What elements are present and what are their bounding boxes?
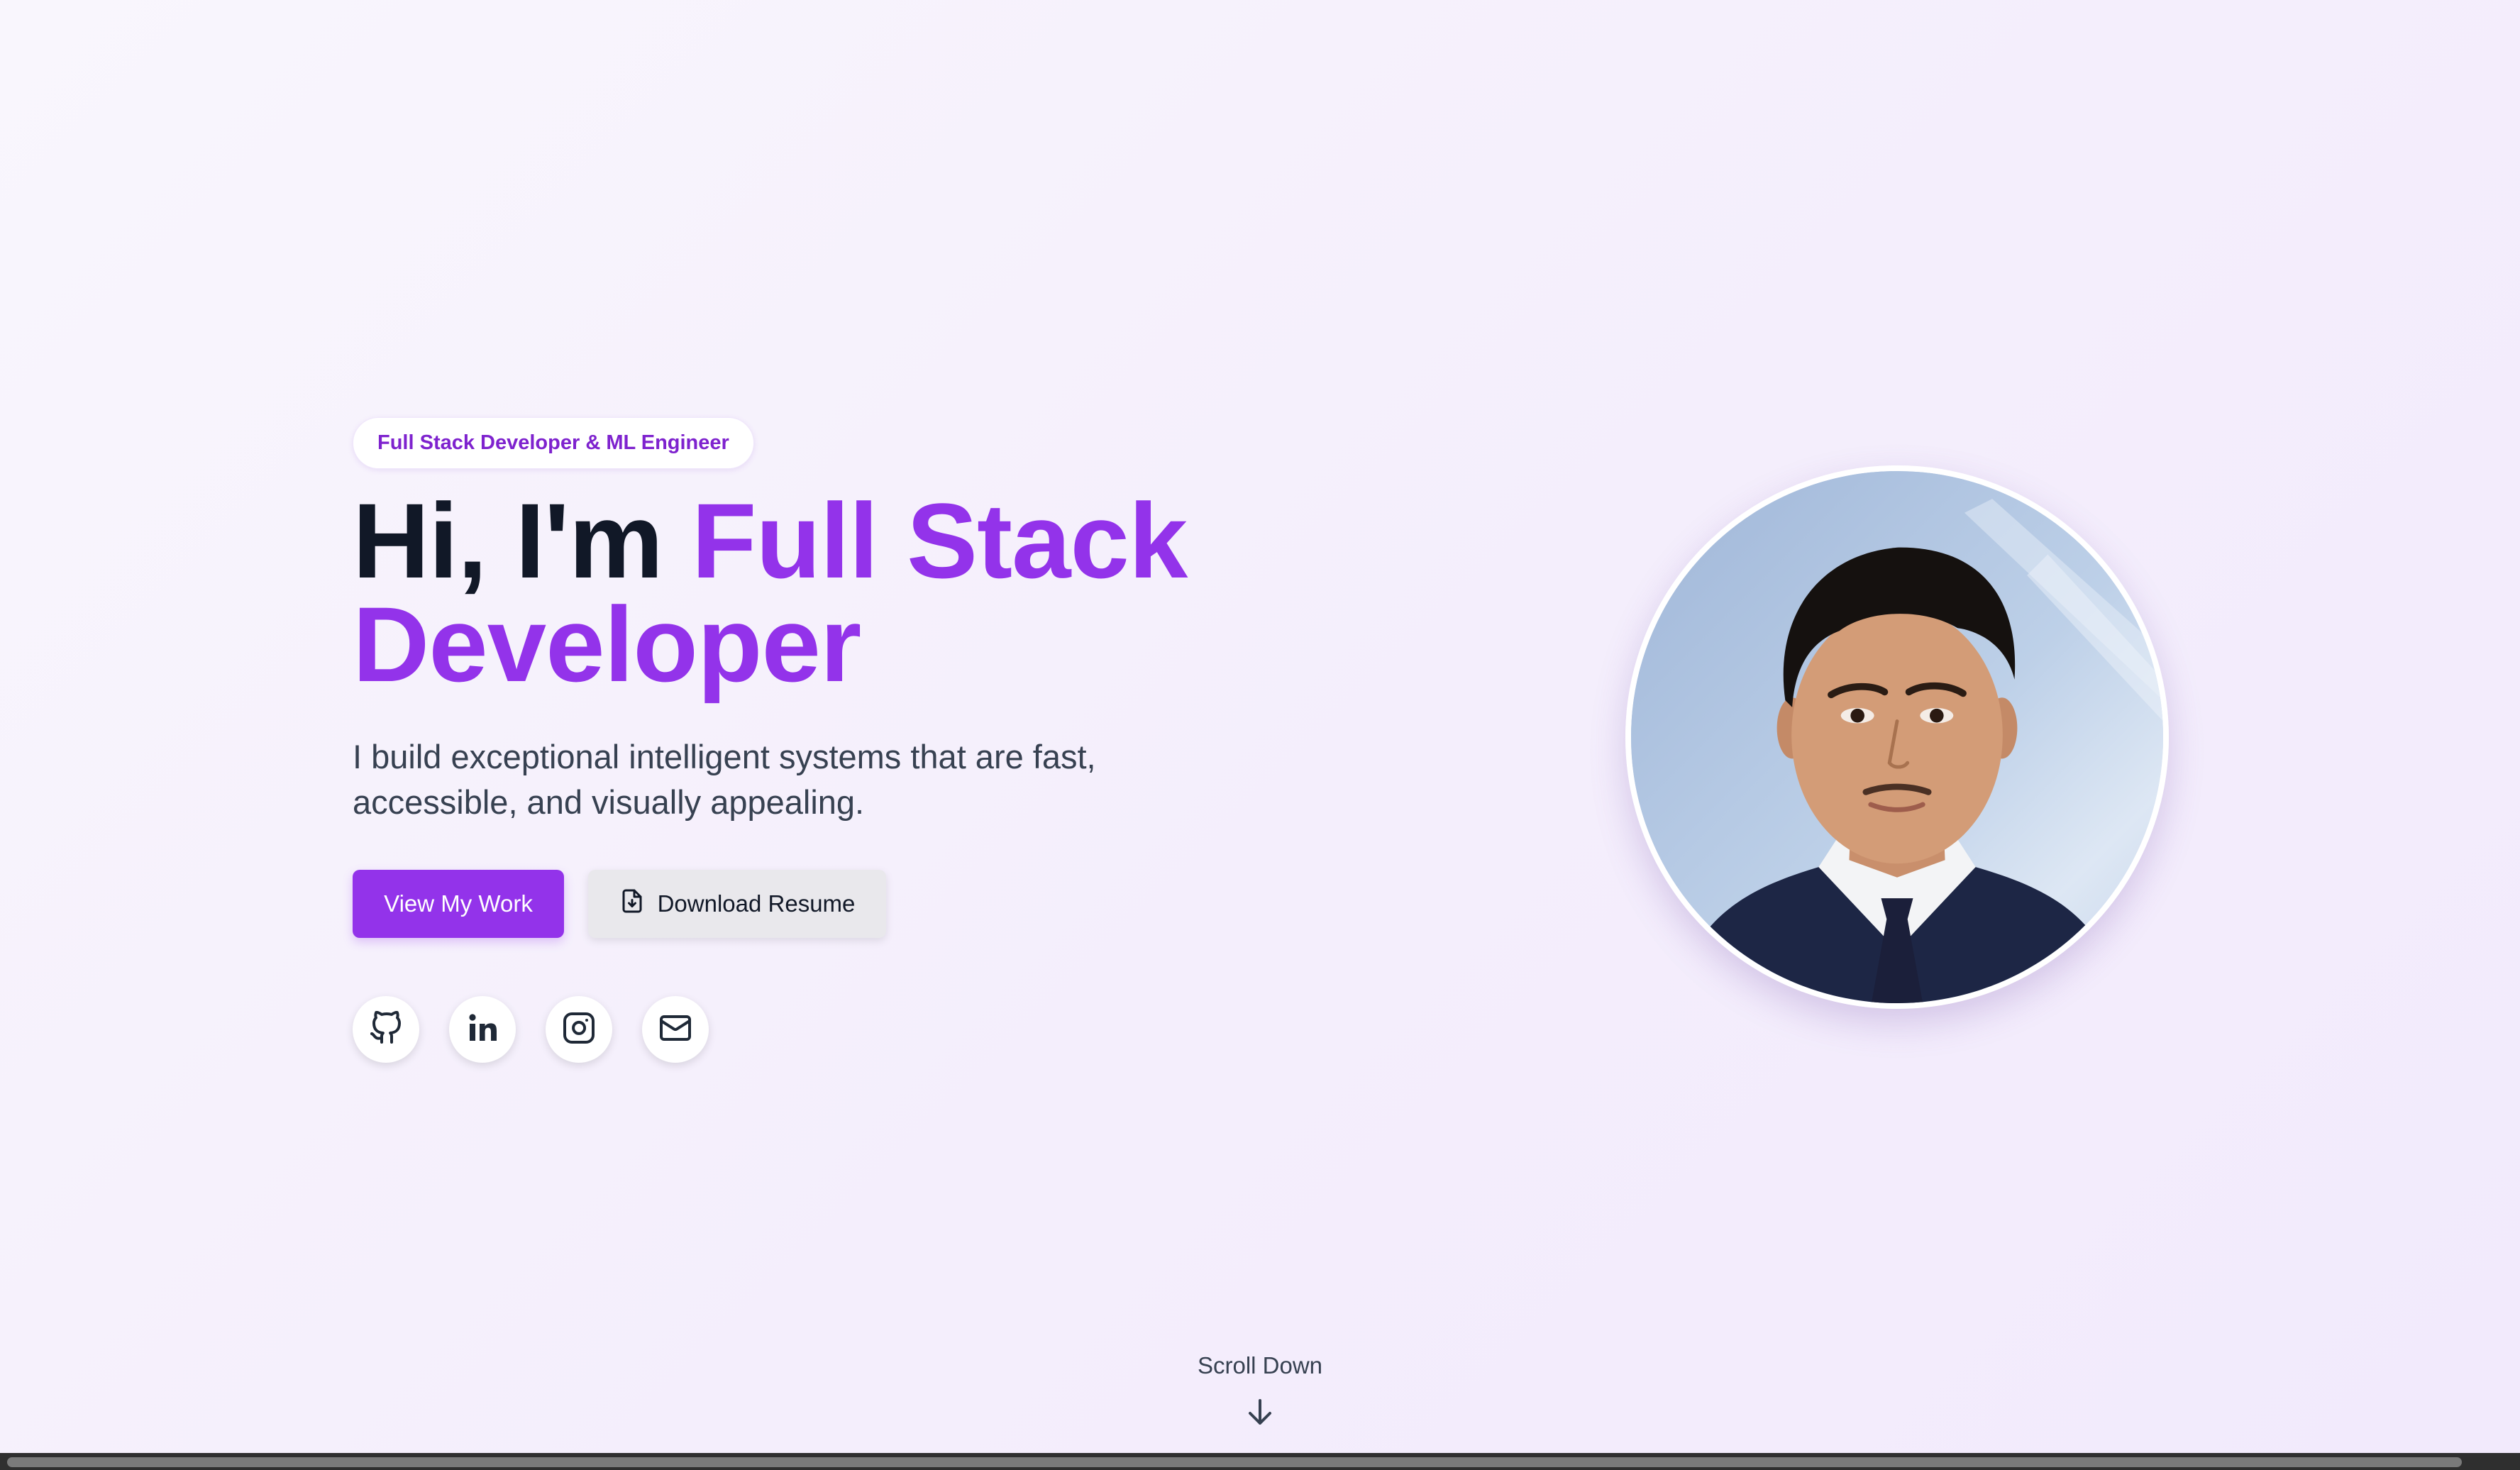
linkedin-link[interactable]	[449, 996, 516, 1063]
hero-tagline: I build exceptional intelligent systems …	[353, 738, 1096, 821]
horizontal-scrollbar[interactable]	[0, 1453, 2520, 1470]
download-resume-label: Download Resume	[657, 890, 856, 917]
file-download-icon	[619, 888, 645, 919]
hero-headline: Hi, I'm Full Stack Developer	[353, 487, 1275, 697]
hero-intro: Full Stack Developer & ML Engineer Hi, I…	[353, 417, 1275, 1063]
social-links	[353, 996, 1275, 1063]
github-icon	[369, 1010, 403, 1049]
role-text-line1: Full Stack	[691, 481, 1188, 600]
role-badge: Full Stack Developer & ML Engineer	[353, 417, 754, 469]
instagram-icon	[562, 1011, 596, 1049]
role-text-line2: Developer	[353, 585, 861, 704]
instagram-link[interactable]	[546, 996, 612, 1063]
github-link[interactable]	[353, 996, 419, 1063]
greeting-text: Hi, I'm	[353, 481, 692, 600]
profile-photo	[1625, 465, 2169, 1009]
linkedin-icon	[465, 1011, 499, 1049]
scrollbar-thumb[interactable]	[7, 1457, 2462, 1467]
arrow-down-icon[interactable]	[1243, 1395, 1277, 1429]
cta-buttons: View My Work Download Resume	[353, 870, 1275, 938]
scroll-down-label[interactable]: Scroll Down	[0, 1352, 2520, 1379]
mail-icon	[658, 1011, 692, 1049]
view-my-work-button[interactable]: View My Work	[353, 870, 564, 938]
download-resume-button[interactable]: Download Resume	[588, 870, 886, 938]
email-link[interactable]	[642, 996, 709, 1063]
